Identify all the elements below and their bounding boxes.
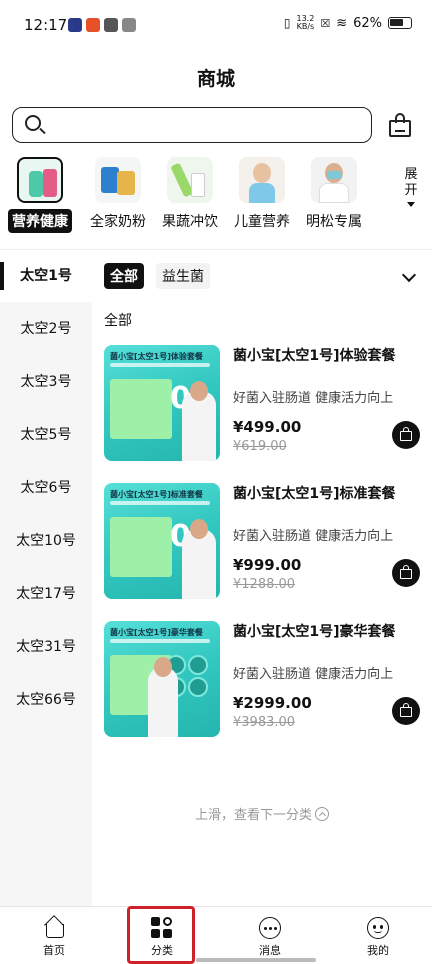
category-label: 营养健康 bbox=[8, 209, 72, 233]
battery-icon bbox=[388, 17, 412, 29]
product-name: 菌小宝[太空1号]标准套餐 bbox=[233, 486, 396, 502]
notification-icons bbox=[68, 18, 136, 32]
category-thumb bbox=[167, 157, 213, 203]
category-label: 儿童营养 bbox=[234, 214, 290, 230]
category-label: 果蔬冲饮 bbox=[162, 214, 218, 230]
product-original-price: ¥3983.00 bbox=[233, 715, 296, 730]
category-thumb bbox=[17, 157, 63, 203]
status-time: 12:17 bbox=[24, 16, 68, 34]
product-price: ¥999.00 bbox=[233, 556, 302, 574]
section-title: 全部 bbox=[104, 313, 132, 329]
category-row: 营养健康 全家奶粉 果蔬冲饮 儿童营养 明松专属 bbox=[0, 155, 432, 235]
app-icon bbox=[122, 18, 136, 32]
chevron-down-icon[interactable] bbox=[401, 267, 417, 283]
sidebar-item-space31[interactable]: 太空31号 bbox=[0, 621, 92, 673]
net-speed: 13.2 KB/s bbox=[296, 14, 315, 31]
category-label: 全家奶粉 bbox=[90, 214, 146, 230]
video-app-icon bbox=[68, 18, 82, 32]
product-name: 菌小宝[太空1号]体验套餐 bbox=[233, 348, 396, 364]
nav-messages[interactable]: 消息 bbox=[216, 907, 324, 964]
product-image: 菌小宝[太空1号]豪华套餐 bbox=[104, 621, 220, 737]
product-original-price: ¥619.00 bbox=[233, 439, 287, 454]
sidebar-item-space10[interactable]: 太空10号 bbox=[0, 515, 92, 567]
expand-categories-button[interactable]: 展开 bbox=[403, 167, 419, 207]
product-original-price: ¥1288.00 bbox=[233, 577, 296, 592]
bottom-nav: 首页 分类 消息 我的 bbox=[0, 906, 432, 964]
product-desc: 好菌入驻肠道 健康活力向上 bbox=[233, 667, 394, 682]
scroll-hint: 上滑，查看下一分类 bbox=[104, 804, 420, 823]
category-nutrition[interactable]: 营养健康 bbox=[2, 155, 78, 233]
scroll-hint-text: 上滑，查看下一分类 bbox=[194, 808, 312, 823]
product-card[interactable]: 菌小宝[太空1号]标准套餐 01 菌小宝[太空1号]标准套餐 好菌入驻肠道 健康… bbox=[104, 483, 420, 601]
category-label: 明松专属 bbox=[306, 214, 362, 230]
chevron-up-icon bbox=[315, 807, 329, 821]
product-card[interactable]: 菌小宝[太空1号]体验套餐 01 菌小宝[太空1号]体验套餐 好菌入驻肠道 健康… bbox=[104, 345, 420, 463]
caret-down-icon bbox=[407, 202, 415, 207]
home-indicator[interactable] bbox=[196, 958, 316, 962]
sidebar-item-space3[interactable]: 太空3号 bbox=[0, 356, 92, 408]
filter-chips: 全部 益生菌 bbox=[104, 263, 210, 289]
nav-label: 我的 bbox=[367, 944, 389, 957]
sidebar-item-space5[interactable]: 太空5号 bbox=[0, 409, 92, 461]
link-app-icon bbox=[104, 18, 118, 32]
category-drinks[interactable]: 果蔬冲饮 bbox=[152, 155, 228, 233]
sidebar: 太空1号 太空2号 太空3号 太空5号 太空6号 太空10号 太空17号 太空3… bbox=[0, 250, 92, 906]
nav-home[interactable]: 首页 bbox=[0, 907, 108, 964]
add-to-cart-icon[interactable] bbox=[392, 697, 420, 725]
wifi-icon: ≋ bbox=[336, 15, 348, 31]
shopping-app-icon bbox=[86, 18, 100, 32]
status-right: ▯ 13.2 KB/s ☒ ≋ 62% bbox=[284, 15, 412, 31]
highlight-box bbox=[127, 906, 195, 964]
product-desc: 好菌入驻肠道 健康活力向上 bbox=[233, 529, 394, 544]
product-image: 菌小宝[太空1号]标准套餐 01 bbox=[104, 483, 220, 599]
category-milk-powder[interactable]: 全家奶粉 bbox=[80, 155, 156, 233]
sidebar-item-space2[interactable]: 太空2号 bbox=[0, 303, 92, 355]
search-icon bbox=[25, 115, 41, 131]
message-icon bbox=[259, 917, 281, 939]
add-to-cart-icon[interactable] bbox=[392, 559, 420, 587]
sidebar-item-space1[interactable]: 太空1号 bbox=[0, 250, 92, 302]
expand-label: 展开 bbox=[404, 167, 418, 198]
page-title: 商城 bbox=[196, 68, 235, 90]
battery-percent: 62% bbox=[353, 15, 382, 31]
category-thumb bbox=[239, 157, 285, 203]
category-thumb bbox=[311, 157, 357, 203]
nav-label: 消息 bbox=[259, 944, 281, 957]
vibrate-icon: ▯ bbox=[283, 16, 291, 30]
category-mingsong[interactable]: 明松专属 bbox=[296, 155, 372, 233]
product-card[interactable]: 菌小宝[太空1号]豪华套餐 菌小宝[太空1号]豪华套餐 好菌入驻肠道 健康活力向… bbox=[104, 621, 420, 739]
product-image: 菌小宝[太空1号]体验套餐 01 bbox=[104, 345, 220, 461]
home-icon bbox=[43, 917, 65, 939]
product-name: 菌小宝[太空1号]豪华套餐 bbox=[233, 624, 396, 640]
chip-probiotics[interactable]: 益生菌 bbox=[156, 263, 210, 289]
sidebar-item-space6[interactable]: 太空6号 bbox=[0, 462, 92, 514]
nav-profile[interactable]: 我的 bbox=[324, 907, 432, 964]
chip-all[interactable]: 全部 bbox=[104, 263, 144, 289]
image-title: 菌小宝[太空1号]体验套餐 bbox=[110, 352, 203, 361]
sidebar-item-space17[interactable]: 太空17号 bbox=[0, 568, 92, 620]
product-desc: 好菌入驻肠道 健康活力向上 bbox=[233, 391, 394, 406]
image-title: 菌小宝[太空1号]标准套餐 bbox=[110, 490, 203, 499]
sidebar-item-space66[interactable]: 太空66号 bbox=[0, 674, 92, 726]
image-title: 菌小宝[太空1号]豪华套餐 bbox=[110, 628, 203, 637]
product-price: ¥2999.00 bbox=[233, 694, 312, 712]
category-thumb bbox=[95, 157, 141, 203]
add-to-cart-icon[interactable] bbox=[392, 421, 420, 449]
category-kids[interactable]: 儿童营养 bbox=[224, 155, 300, 233]
cart-icon[interactable] bbox=[388, 112, 412, 138]
profile-icon bbox=[367, 917, 389, 939]
nav-label: 首页 bbox=[43, 944, 65, 957]
search-input[interactable] bbox=[12, 107, 372, 143]
sim-icon: ☒ bbox=[320, 16, 331, 30]
status-bar: 12:17 ▯ 13.2 KB/s ☒ ≋ 62% bbox=[0, 0, 432, 50]
product-price: ¥499.00 bbox=[233, 418, 302, 436]
